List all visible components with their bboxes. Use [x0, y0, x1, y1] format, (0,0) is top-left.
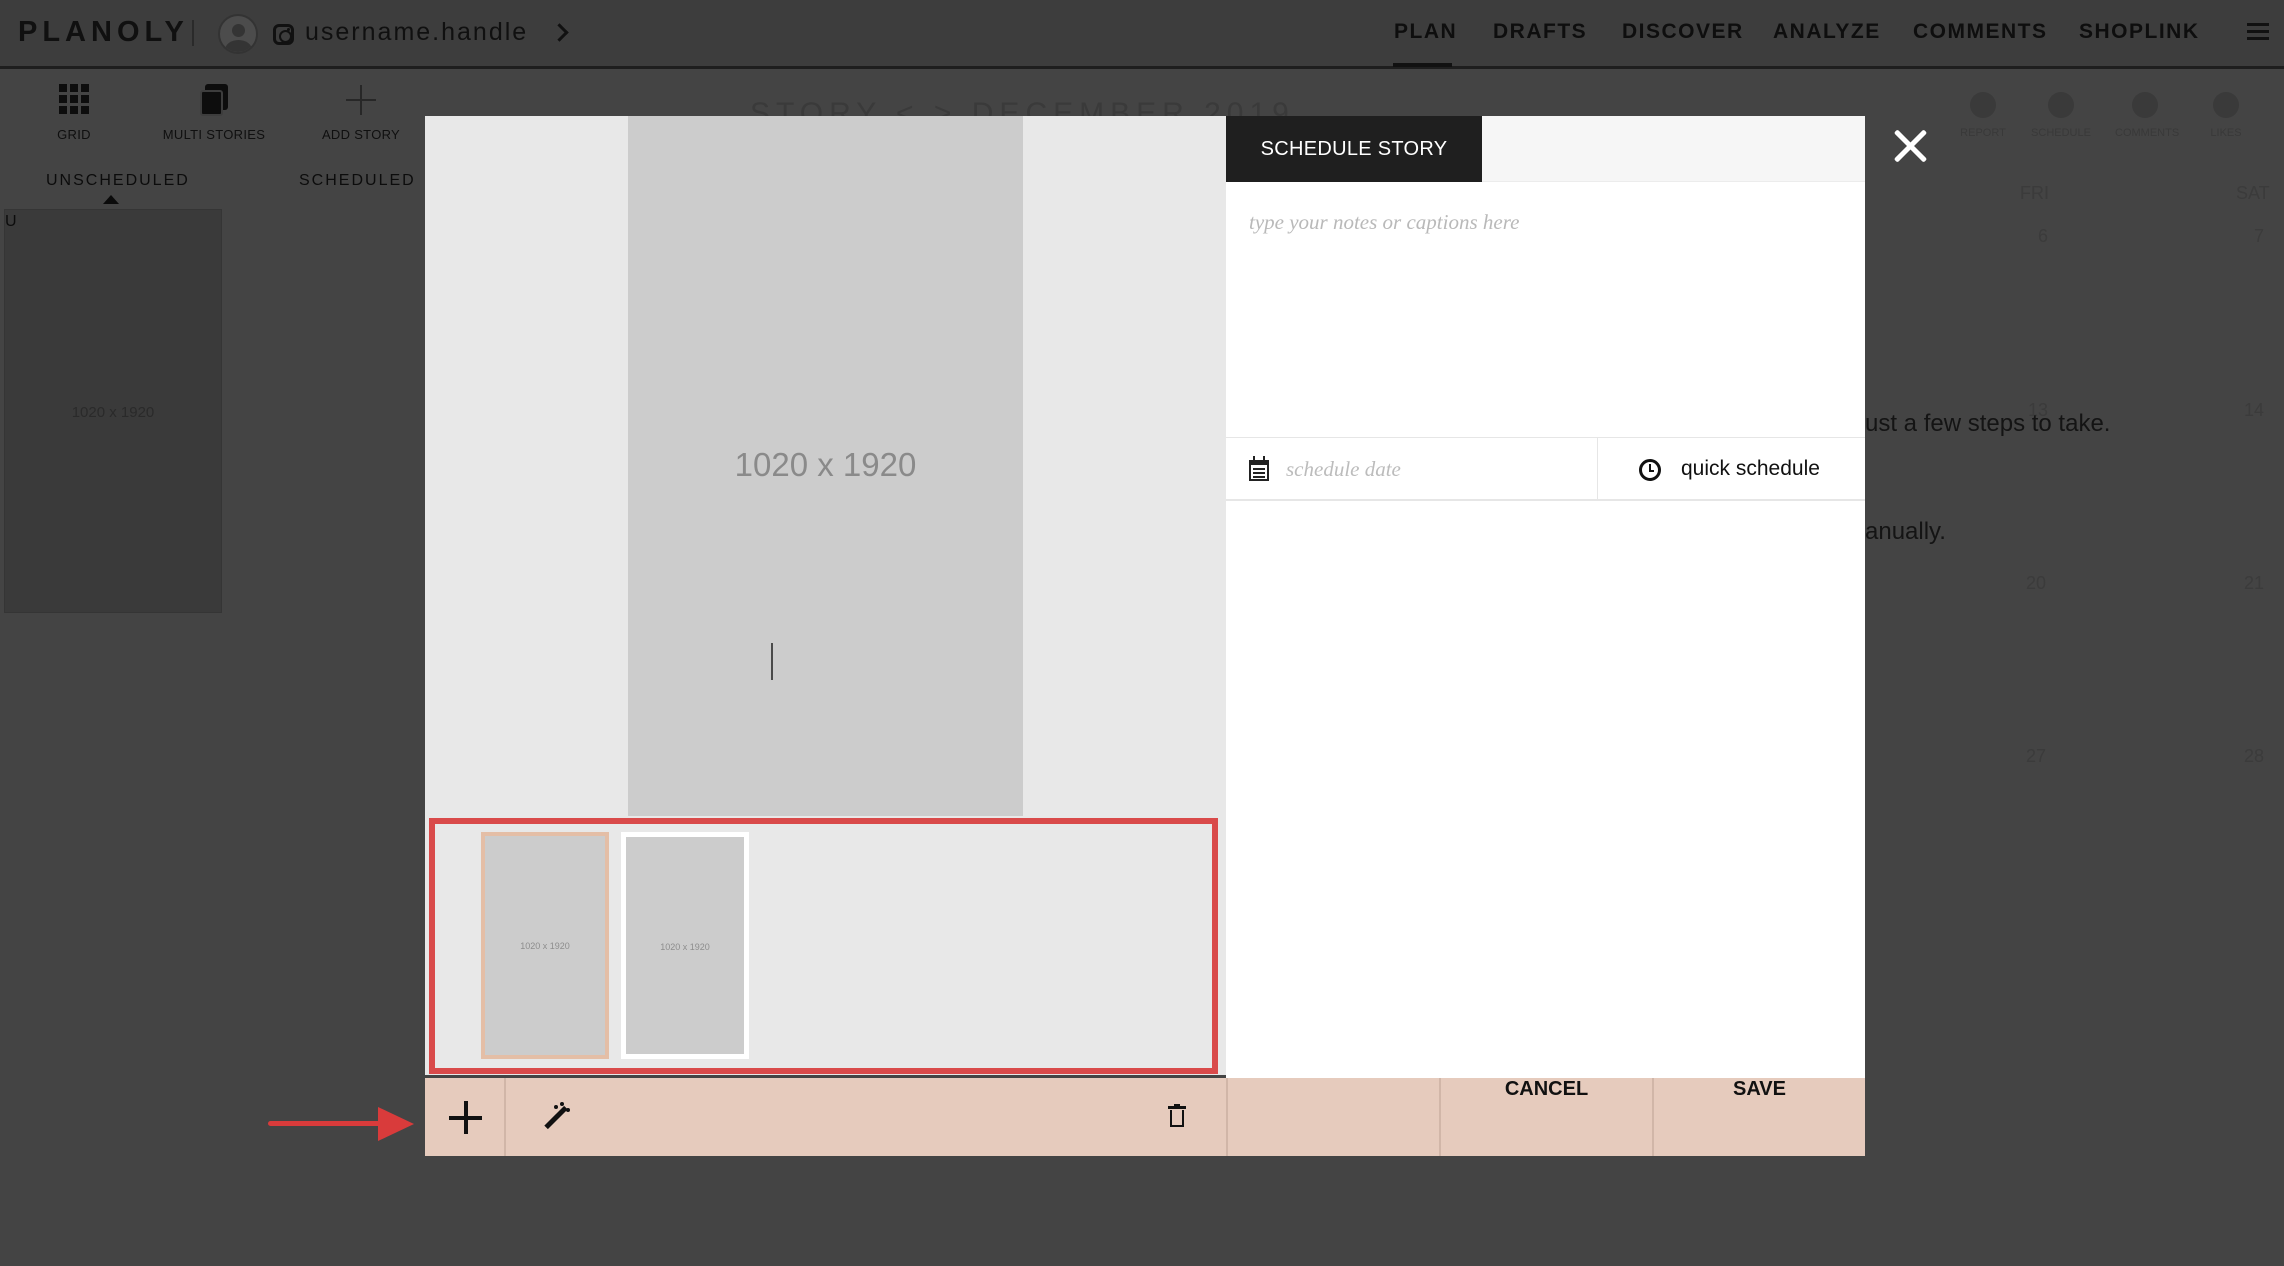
report-tool[interactable]: REPORT — [1953, 92, 2013, 139]
modal-bottom-bar: CANCEL SAVE — [425, 1078, 1865, 1156]
logo-divider — [192, 20, 194, 46]
comment-icon — [2132, 92, 2158, 118]
schedule-side-pane: SCHEDULE STORY quick schedule — [1226, 116, 1865, 1078]
schedule-story-modal: 1020 x 1920 1020 x 1920 1020 x 1920 SCHE… — [425, 116, 1865, 1156]
calendar-date: 21 — [2244, 573, 2265, 593]
story-preview-image[interactable]: 1020 x 1920 — [628, 116, 1023, 816]
grid-icon — [59, 84, 89, 116]
calendar-date: 28 — [2244, 746, 2265, 766]
comments-label: COMMENTS — [2115, 127, 2180, 139]
magic-wand-icon[interactable] — [540, 1102, 570, 1132]
calendar-date: 27 — [2026, 746, 2047, 766]
save-button[interactable]: SAVE — [1654, 1078, 1865, 1156]
chevron-right-icon[interactable] — [550, 23, 569, 42]
notes-caption-input[interactable] — [1226, 182, 1865, 370]
heart-icon — [2213, 92, 2239, 118]
unscheduled-story-thumb[interactable]: 1020 x 1920 — [4, 209, 222, 613]
section-letter: U — [5, 213, 17, 230]
nav-analyze[interactable]: ANALYZE — [1773, 20, 1881, 44]
add-story-label: ADD STORY — [321, 127, 401, 142]
add-story-button[interactable]: ADD STORY — [306, 84, 416, 142]
add-frame-button[interactable] — [425, 1078, 506, 1156]
story-preview-pane: 1020 x 1920 — [425, 116, 1226, 816]
calendar-icon — [1249, 456, 1269, 481]
grid-label: GRID — [57, 127, 91, 142]
clock-icon — [1639, 459, 1661, 481]
report-icon — [1970, 92, 1996, 118]
calendar-date: 7 — [2254, 226, 2265, 246]
close-icon[interactable] — [1892, 128, 1928, 164]
preview-size-label: 1020 x 1920 — [734, 446, 917, 483]
day-header-fri: FRI — [2020, 183, 2049, 203]
nav-shoplink[interactable]: SHOPLINK — [2079, 20, 2200, 44]
top-nav: PLANOLY username.handle PLAN DRAFTS DISC… — [0, 0, 2284, 69]
nav-plan[interactable]: PLAN — [1394, 20, 1457, 44]
trash-icon[interactable] — [1168, 1104, 1186, 1128]
tab-schedule-story[interactable]: SCHEDULE STORY — [1226, 116, 1482, 192]
account-username[interactable]: username.handle — [305, 18, 528, 47]
tab-unscheduled[interactable]: UNSCHEDULED — [46, 172, 190, 190]
nav-active-underline — [1393, 63, 1452, 67]
red-highlight-annotation — [429, 818, 1218, 1074]
calendar-date: 20 — [2026, 573, 2047, 593]
schedule-row: quick schedule — [1226, 437, 1865, 501]
clock-icon — [2048, 92, 2074, 118]
likes-label: LIKES — [2210, 127, 2242, 139]
add-story-icon — [346, 84, 376, 116]
multi-stories-label: MULTI STORIES — [162, 127, 266, 142]
multi-stories-button[interactable]: MULTI STORIES — [159, 84, 269, 142]
quick-schedule-label: quick schedule — [1681, 457, 1820, 480]
schedule-label: SCHEDULE — [2031, 127, 2091, 139]
nav-comments[interactable]: COMMENTS — [1913, 20, 2048, 44]
text-cursor — [771, 643, 773, 680]
cancel-button[interactable]: CANCEL — [1441, 1078, 1652, 1156]
background-help-text-2: anually. — [1865, 518, 1946, 545]
report-label: REPORT — [1960, 127, 2006, 139]
calendar-date: 14 — [2244, 400, 2265, 420]
planoly-logo[interactable]: PLANOLY — [18, 16, 189, 49]
bar-divider — [1226, 1078, 1228, 1156]
active-tab-caret — [103, 195, 119, 204]
schedule-tool[interactable]: SCHEDULE — [2031, 92, 2091, 139]
hamburger-menu-icon[interactable] — [2247, 23, 2269, 40]
thumb-size-label: 1020 x 1920 — [71, 404, 155, 421]
avatar-icon[interactable] — [218, 14, 258, 54]
day-header-sat: SAT — [2236, 183, 2270, 203]
side-tab-bar: SCHEDULE STORY — [1226, 116, 1865, 192]
calendar-date: 6 — [2038, 226, 2049, 246]
schedule-date-input[interactable] — [1286, 452, 1586, 486]
nav-discover[interactable]: DISCOVER — [1622, 20, 1744, 44]
quick-schedule-button[interactable]: quick schedule — [1599, 438, 1865, 500]
schedule-date-field[interactable] — [1226, 438, 1598, 500]
background-help-text-1: ust a few steps to take. — [1865, 410, 2111, 437]
grid-button[interactable]: GRID — [19, 84, 129, 142]
likes-tool[interactable]: LIKES — [2196, 92, 2256, 139]
nav-drafts[interactable]: DRAFTS — [1493, 20, 1587, 44]
tab-scheduled[interactable]: SCHEDULED — [299, 172, 416, 190]
red-arrow-annotation — [268, 1106, 414, 1142]
instagram-icon — [273, 24, 294, 45]
multi-stories-icon — [199, 84, 229, 116]
comments-tool[interactable]: COMMENTS — [2115, 92, 2180, 139]
